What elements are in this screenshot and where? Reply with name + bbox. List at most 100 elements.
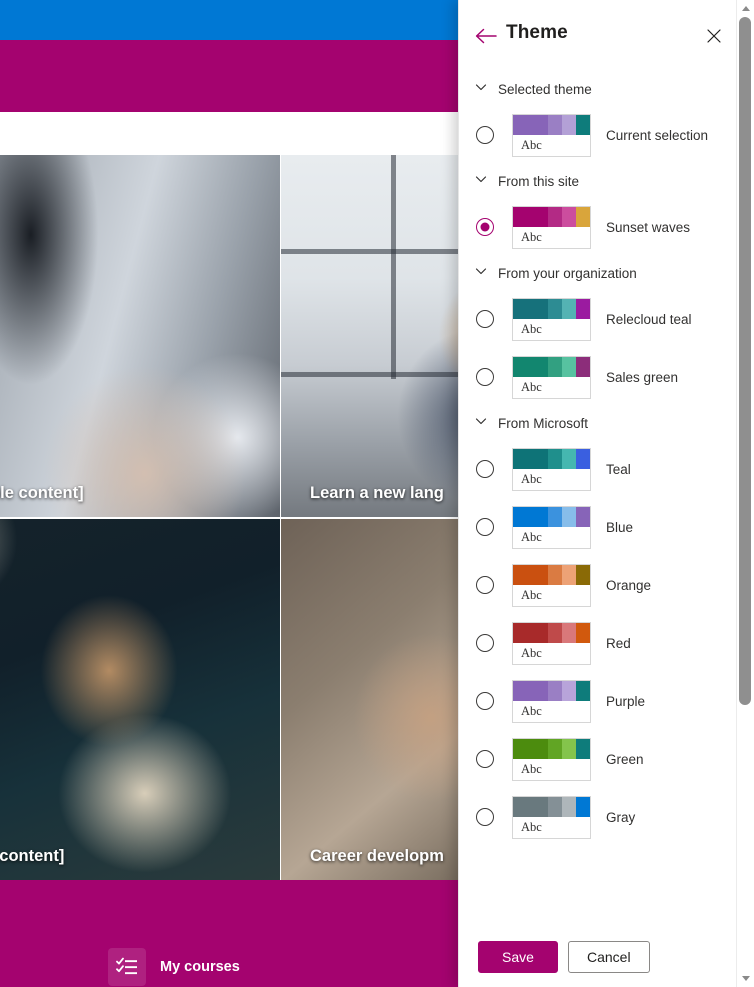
theme-option-label: Red (606, 635, 631, 651)
theme-option-label: Green (606, 751, 644, 767)
theme-group-label: From this site (498, 173, 580, 189)
swatch-colors (513, 448, 590, 469)
theme-option[interactable]: Abc Gray (459, 788, 737, 846)
theme-option-label: Sales green (606, 369, 679, 385)
swatch-colors (513, 506, 590, 527)
back-arrow-icon[interactable] (473, 24, 499, 48)
theme-option[interactable]: Abc Current selection (459, 106, 737, 164)
theme-swatch: Abc (512, 621, 591, 665)
my-courses-link[interactable]: My courses (108, 948, 240, 986)
panel-title: Theme (506, 22, 568, 43)
theme-option[interactable]: Abc Relecloud teal (459, 290, 737, 348)
theme-option-label: Blue (606, 519, 634, 535)
swatch-sample-text: Abc (521, 321, 542, 336)
theme-swatch: Abc (512, 679, 591, 723)
screen: s [Sample content] Learn a new lang Samp… (0, 0, 754, 987)
close-icon[interactable] (702, 24, 726, 48)
card-caption: Sample content] (0, 847, 65, 865)
chevron-down-icon (475, 172, 487, 190)
swatch-colors (513, 206, 590, 227)
theme-radio[interactable] (476, 218, 494, 236)
card-caption: s [Sample content] (0, 484, 84, 502)
content-card[interactable]: Sample content] (0, 519, 280, 880)
panel-actions: Save Cancel (459, 941, 737, 973)
swatch-colors (513, 356, 590, 377)
theme-group-header[interactable]: Selected theme (459, 72, 737, 106)
theme-swatch: Abc (512, 563, 591, 607)
theme-group-header[interactable]: From this site (459, 164, 737, 198)
swatch-colors (513, 564, 590, 585)
theme-list[interactable]: Selected theme Abc Current selection From t… (459, 72, 737, 927)
theme-radio[interactable] (476, 750, 494, 768)
theme-radio[interactable] (476, 518, 494, 536)
theme-option-label: Sunset waves (606, 219, 691, 235)
swatch-sample-text: Abc (521, 587, 542, 602)
theme-option[interactable]: Abc Sunset waves (459, 198, 737, 256)
checklist-icon (108, 948, 146, 986)
content-card[interactable]: s [Sample content] (0, 155, 280, 517)
my-courses-label: My courses (160, 959, 240, 975)
theme-group-header[interactable]: From your organization (459, 256, 737, 290)
theme-option[interactable]: Abc Purple (459, 672, 737, 730)
theme-swatch: Abc (512, 113, 591, 157)
scrollbar-thumb[interactable] (739, 17, 751, 705)
scroll-down-arrow-icon[interactable] (737, 970, 754, 987)
theme-option[interactable]: Abc Red (459, 614, 737, 672)
theme-option[interactable]: Abc Green (459, 730, 737, 788)
theme-option[interactable]: Abc Orange (459, 556, 737, 614)
theme-group-label: From Microsoft (498, 415, 589, 431)
swatch-sample-text: Abc (521, 137, 542, 152)
swatch-sample-text: Abc (521, 819, 542, 834)
theme-swatch: Abc (512, 737, 591, 781)
theme-group-label: From your organization (498, 265, 637, 281)
save-button[interactable]: Save (478, 941, 558, 973)
theme-radio[interactable] (476, 310, 494, 328)
swatch-sample-text: Abc (521, 645, 542, 660)
theme-swatch: Abc (512, 355, 591, 399)
swatch-colors (513, 114, 590, 135)
swatch-sample-text: Abc (521, 703, 542, 718)
chevron-down-icon (475, 414, 487, 432)
theme-option-label: Purple (606, 693, 646, 709)
chevron-down-icon (475, 80, 487, 98)
woman-at-laptop-photo (0, 519, 280, 880)
theme-swatch: Abc (512, 297, 591, 341)
theme-radio[interactable] (476, 692, 494, 710)
theme-radio[interactable] (476, 126, 494, 144)
handshake-photo (0, 155, 280, 517)
theme-option[interactable]: Abc Sales green (459, 348, 737, 406)
theme-option-label: Orange (606, 577, 652, 593)
chevron-down-icon (475, 264, 487, 282)
scroll-up-arrow-icon[interactable] (737, 0, 754, 17)
swatch-sample-text: Abc (521, 471, 542, 486)
theme-group-label: Selected theme (498, 81, 592, 97)
swatch-colors (513, 738, 590, 759)
swatch-colors (513, 622, 590, 643)
theme-swatch: Abc (512, 447, 591, 491)
theme-swatch: Abc (512, 205, 591, 249)
theme-radio[interactable] (476, 634, 494, 652)
card-grid: s [Sample content] Learn a new lang Samp… (0, 155, 637, 880)
theme-option[interactable]: Abc Blue (459, 498, 737, 556)
swatch-colors (513, 796, 590, 817)
cancel-button[interactable]: Cancel (568, 941, 650, 973)
theme-radio[interactable] (476, 576, 494, 594)
swatch-sample-text: Abc (521, 529, 542, 544)
panel-header: Theme (459, 0, 754, 72)
swatch-sample-text: Abc (521, 761, 542, 776)
theme-panel: Theme Selected theme Abc Current selection… (458, 0, 754, 987)
theme-swatch: Abc (512, 795, 591, 839)
theme-radio[interactable] (476, 808, 494, 826)
theme-group-header[interactable]: From Microsoft (459, 406, 737, 440)
swatch-sample-text: Abc (521, 229, 542, 244)
theme-radio[interactable] (476, 368, 494, 386)
panel-scrollbar[interactable] (736, 0, 754, 987)
theme-option-label: Teal (606, 461, 631, 477)
theme-option-label: Relecloud teal (606, 311, 692, 327)
theme-option[interactable]: Abc Teal (459, 440, 737, 498)
theme-radio[interactable] (476, 460, 494, 478)
swatch-colors (513, 298, 590, 319)
theme-swatch: Abc (512, 505, 591, 549)
theme-option-label: Gray (606, 809, 636, 825)
swatch-colors (513, 680, 590, 701)
